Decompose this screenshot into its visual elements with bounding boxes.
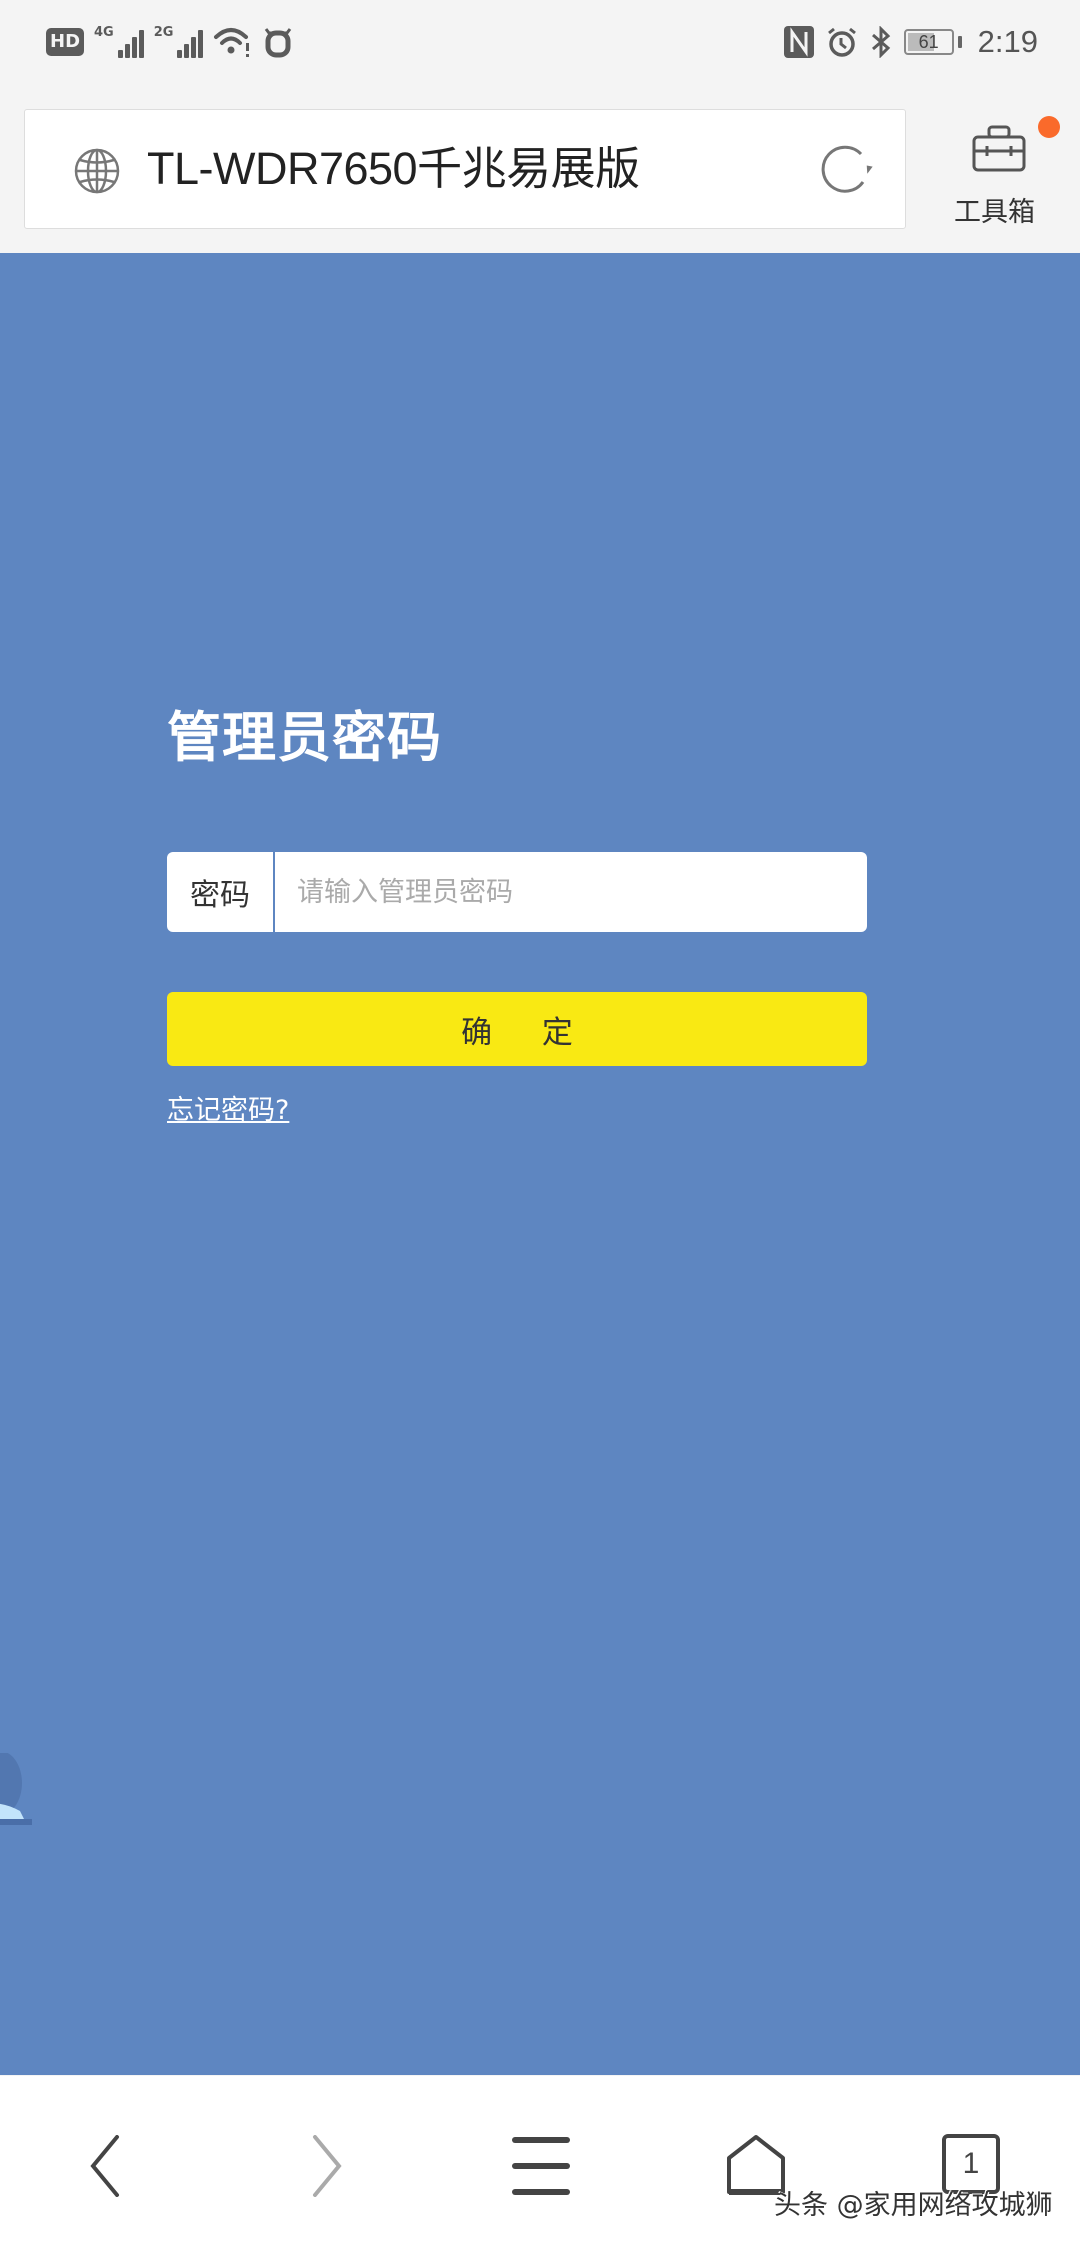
login-title: 管理员密码 xyxy=(167,706,442,769)
alarm-icon xyxy=(827,27,856,57)
battery-nub xyxy=(957,36,962,48)
chevron-left-icon xyxy=(90,2135,119,2197)
back-button[interactable] xyxy=(62,2126,152,2206)
status-right: 61 2:19 xyxy=(783,22,1038,62)
cow-app-icon xyxy=(265,28,292,58)
status-left: HD 4G 2G xyxy=(46,22,293,62)
clock: 2:19 xyxy=(977,24,1038,59)
watermark: 头条 @家用网络攻城狮 xyxy=(774,2190,1053,2221)
forgot-password-link[interactable]: 忘记密码? xyxy=(167,1088,289,1127)
toolbox-label: 工具箱 xyxy=(954,197,1035,228)
router-login-page: 管理员密码 密码 确 定 忘记密码? xyxy=(0,253,1080,2075)
password-input[interactable] xyxy=(275,852,867,932)
wifi-warning-icon xyxy=(214,28,250,57)
nfc-icon xyxy=(783,26,814,58)
page-title: TL-WDR7650千兆易展版 xyxy=(147,143,640,194)
confirm-button[interactable]: 确 定 xyxy=(167,992,867,1066)
globe-icon xyxy=(74,148,120,194)
password-label: 密码 xyxy=(167,852,275,932)
hd-icon: HD xyxy=(46,28,85,56)
reload-icon[interactable] xyxy=(821,142,877,198)
menu-icon xyxy=(512,2137,570,2195)
chevron-right-icon xyxy=(313,2135,342,2197)
status-bar: HD 4G 2G 61 2:19 xyxy=(0,0,1080,86)
battery-icon: 61 xyxy=(903,29,954,55)
bluetooth-icon xyxy=(871,26,890,58)
menu-button[interactable] xyxy=(496,2126,586,2206)
toolbox-icon xyxy=(972,125,1026,172)
signal-2g-icon: 2G xyxy=(154,26,204,58)
toolbox-button[interactable]: 工具箱 xyxy=(944,110,1064,230)
browser-bottom-nav: 1 头条 @家用网络攻城狮 xyxy=(0,2076,1080,2244)
password-field-group: 密码 xyxy=(167,852,867,932)
notification-dot xyxy=(1038,116,1060,138)
decorative-illustration xyxy=(0,1753,32,1825)
signal-4g-icon: 4G xyxy=(94,26,144,58)
forward-button[interactable] xyxy=(280,2126,370,2206)
address-bar[interactable]: TL-WDR7650千兆易展版 xyxy=(24,109,906,229)
